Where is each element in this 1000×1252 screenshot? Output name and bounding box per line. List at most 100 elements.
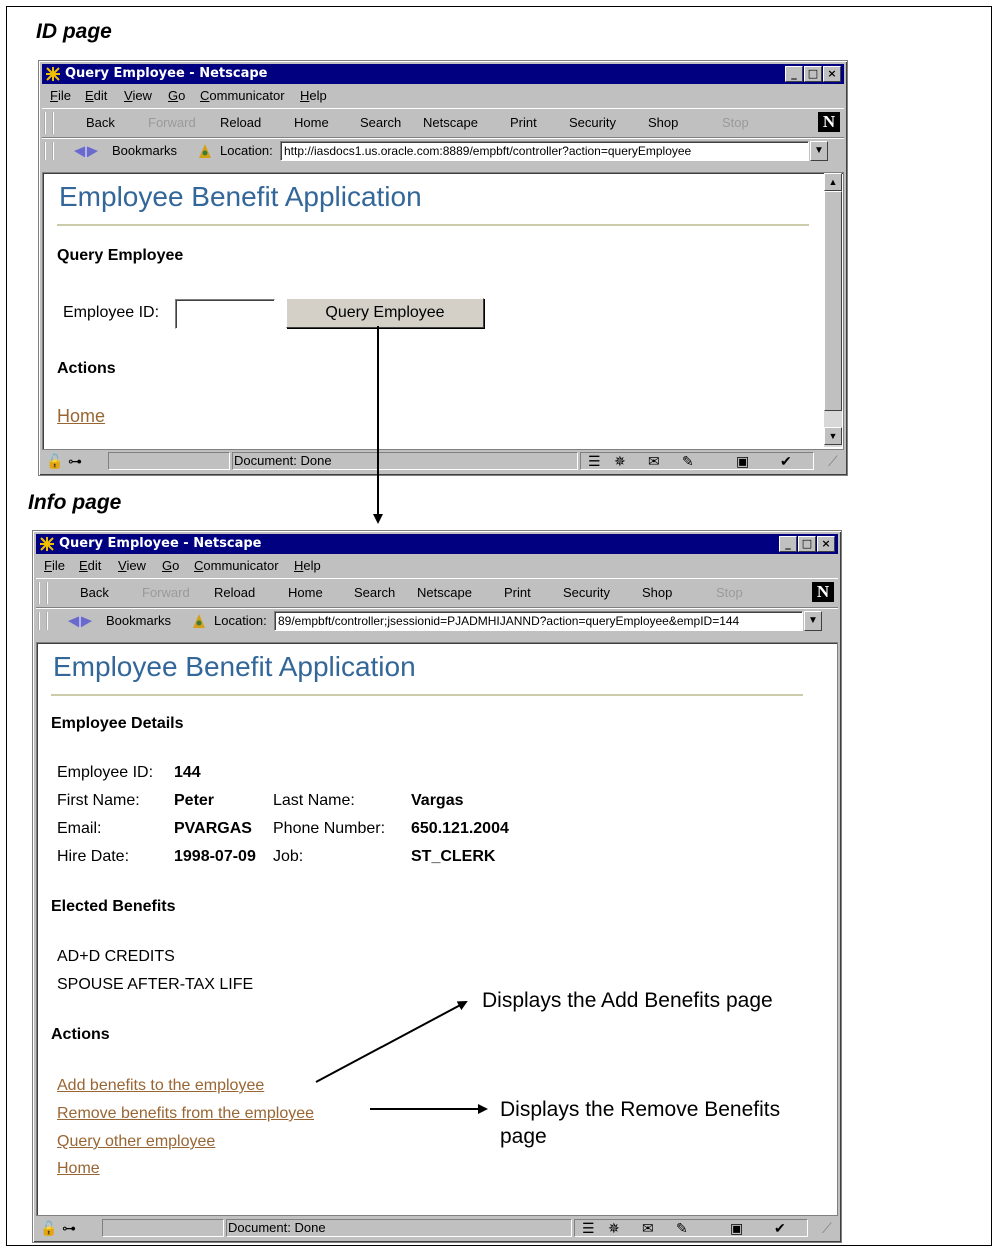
component-icon-4[interactable]: ✎ [682,453,694,469]
search-button[interactable]: Search [360,115,401,130]
menu-go[interactable]: Go [168,86,185,106]
toolbar-grip[interactable] [44,112,54,134]
back-button[interactable]: Back [80,585,109,600]
location-dropdown-button[interactable]: ▼ [804,611,822,631]
lock-icon: 🔓 [46,453,64,469]
close-button[interactable]: × [817,536,835,552]
phone-number-value: 650.121.2004 [411,820,509,837]
stop-button[interactable]: Stop [716,585,743,600]
remove-benefits-link[interactable]: Remove benefits from the employee [57,1105,314,1123]
menu-go[interactable]: Go [162,556,179,576]
resize-grip-icon[interactable]: ⟋ [828,453,838,469]
minimize-button[interactable]: _ [779,536,797,552]
netscape-n-logo-icon: N [812,582,834,602]
section-query-employee: Query Employee [57,247,184,264]
vertical-scrollbar[interactable]: ▲ ▼ [824,173,842,447]
component-icon-2[interactable]: ✵ [614,453,626,469]
status-progress-cell [102,1219,224,1237]
window-title: Query Employee - Netscape [65,66,268,81]
title-bar: Query Employee - Netscape _ □ × [42,64,844,84]
component-icon-6[interactable]: ✔ [774,1220,786,1236]
home-button[interactable]: Home [294,115,329,130]
id-page-caption: ID page [36,20,112,43]
menu-view[interactable]: View [124,86,152,106]
location-dropdown-button[interactable]: ▼ [810,141,828,161]
component-icon-5[interactable]: ▣ [730,1220,743,1236]
print-button[interactable]: Print [510,115,537,130]
menu-file[interactable]: File [50,86,71,106]
bookmarks-button[interactable]: Bookmarks [112,143,177,158]
menu-edit[interactable]: Edit [79,556,101,576]
resize-grip-icon[interactable]: ⟋ [822,1220,832,1236]
menu-edit[interactable]: Edit [85,86,107,106]
reload-button[interactable]: Reload [214,585,255,600]
shop-button[interactable]: Shop [648,115,678,130]
menu-view[interactable]: View [118,556,146,576]
security-button[interactable]: Security [563,585,610,600]
netscape-button[interactable]: Netscape [417,585,472,600]
menu-communicator[interactable]: Communicator [200,86,285,106]
section-actions: Actions [51,1026,110,1043]
component-icon-3[interactable]: ✉ [642,1220,654,1236]
netscape-button[interactable]: Netscape [423,115,478,130]
query-other-employee-link[interactable]: Query other employee [57,1133,215,1151]
reload-button[interactable]: Reload [220,115,261,130]
forward-button[interactable]: Forward [142,585,190,600]
status-progress-cell [108,452,230,470]
toolbar-grip[interactable] [38,582,48,604]
first-name-value: Peter [174,792,215,809]
component-icon-1[interactable]: ☰ [582,1220,595,1236]
scroll-thumb[interactable] [824,191,842,411]
bookmarks-icon [74,146,98,158]
maximize-button[interactable]: □ [798,536,816,552]
last-name-value: Vargas [411,792,464,809]
location-grip[interactable] [38,612,48,630]
location-url-field[interactable]: http://iasdocs1.us.oracle.com:8889/empbf… [280,141,809,161]
menu-bar: File Edit View Go Communicator Help [42,86,844,106]
page-content: Employee Benefit Application Query Emplo… [42,172,844,450]
add-benefits-link[interactable]: Add benefits to the employee [57,1077,264,1095]
scroll-down-button[interactable]: ▼ [824,427,842,445]
netscape-n-logo-icon: N [818,112,840,132]
home-link[interactable]: Home [57,1160,100,1178]
search-button[interactable]: Search [354,585,395,600]
menu-help[interactable]: Help [294,556,321,576]
query-employee-button[interactable]: Query Employee [286,298,484,328]
forward-button[interactable]: Forward [148,115,196,130]
component-icon-5[interactable]: ▣ [736,453,749,469]
component-icon-1[interactable]: ☰ [588,453,601,469]
home-button[interactable]: Home [288,585,323,600]
job-label: Job: [273,848,304,865]
email-value: PVARGAS [174,820,252,837]
bookmarks-button[interactable]: Bookmarks [106,613,171,628]
component-icon-6[interactable]: ✔ [780,453,792,469]
menu-communicator[interactable]: Communicator [194,556,279,576]
shop-button[interactable]: Shop [642,585,672,600]
back-button[interactable]: Back [86,115,115,130]
close-button[interactable]: × [823,66,841,82]
employee-id-label: Employee ID: [63,304,160,321]
section-employee-details: Employee Details [51,715,184,732]
component-icon-2[interactable]: ✵ [608,1220,620,1236]
app-title: Employee Benefit Application [53,651,416,682]
employee-id-input[interactable] [175,299,275,329]
component-icon-3[interactable]: ✉ [648,453,660,469]
benefit-item: SPOUSE AFTER-TAX LIFE [57,976,254,993]
location-grip[interactable] [44,142,54,160]
scroll-up-button[interactable]: ▲ [824,173,842,191]
annotation-add-benefits: Displays the Add Benefits page [482,989,773,1012]
phone-number-label: Phone Number: [273,820,386,837]
minimize-button[interactable]: _ [785,66,803,82]
component-icon-4[interactable]: ✎ [676,1220,688,1236]
maximize-button[interactable]: □ [804,66,822,82]
print-button[interactable]: Print [504,585,531,600]
security-button[interactable]: Security [569,115,616,130]
stop-button[interactable]: Stop [722,115,749,130]
browser-window-id-page: Query Employee - Netscape _ □ × File Edit … [38,60,848,476]
location-icon [193,614,205,628]
menu-help[interactable]: Help [300,86,327,106]
home-link[interactable]: Home [57,406,105,427]
navigation-toolbar: Back Forward Reload Home Search Netscape… [42,108,844,138]
location-url-field[interactable]: 89/empbft/controller;jsessionid=PJADMHIJ… [274,611,803,631]
menu-file[interactable]: File [44,556,65,576]
